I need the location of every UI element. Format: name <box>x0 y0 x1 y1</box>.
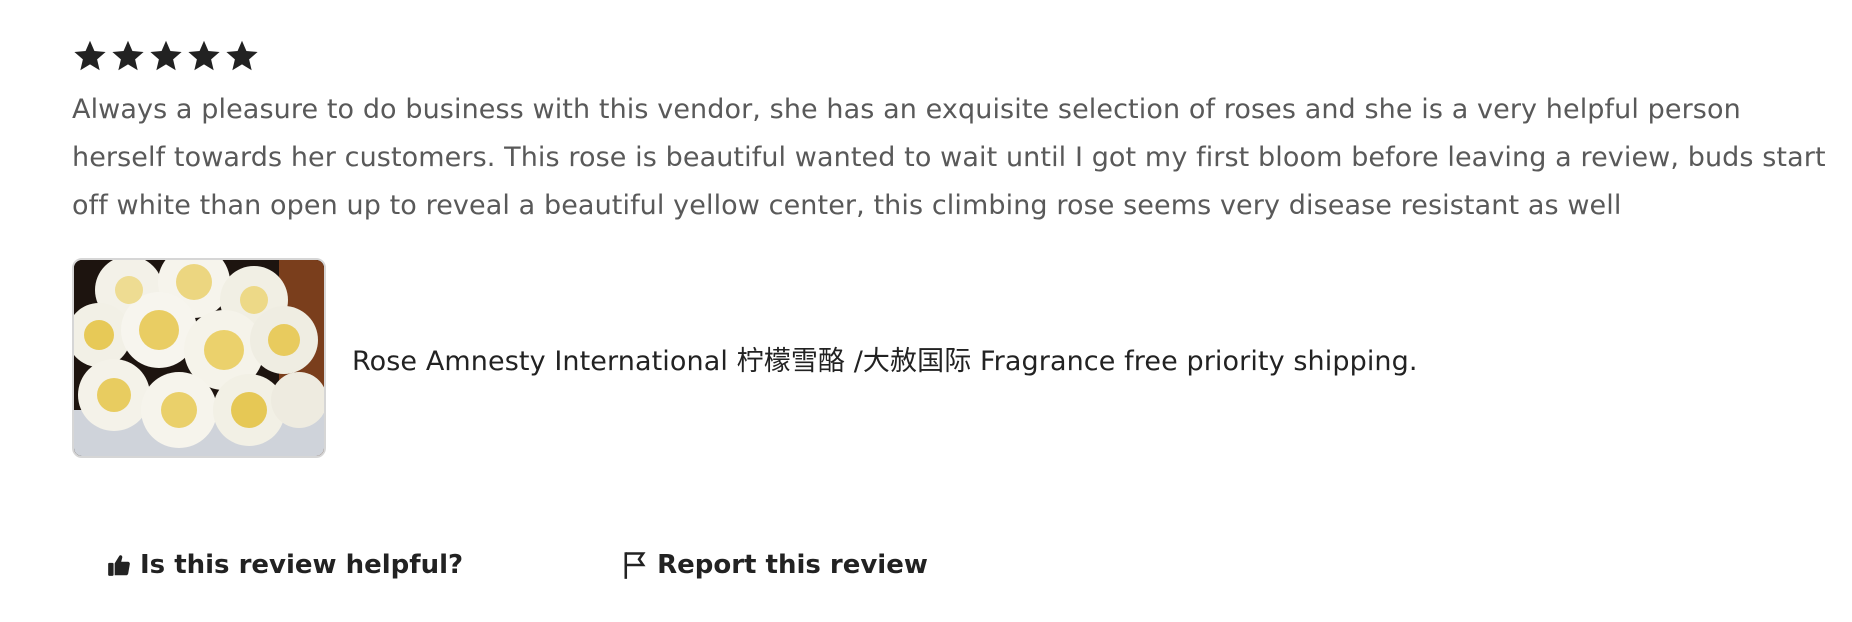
listing-title[interactable]: Rose Amnesty International 柠檬雪酪 /大赦国际 Fr… <box>352 339 1418 378</box>
helpful-label[interactable]: Is this review helpful? <box>140 550 463 580</box>
star-icon <box>226 40 258 71</box>
review-text: Always a pleasure to do business with th… <box>72 94 1826 221</box>
star-rating <box>72 36 1812 76</box>
star-icon <box>74 40 106 71</box>
helpful-button[interactable]: Is this review helpful? <box>106 550 463 580</box>
report-button[interactable]: Report this review <box>621 550 928 580</box>
rose-bouquet-image[interactable] <box>72 258 326 458</box>
star-icon <box>112 40 144 71</box>
star-icon <box>188 40 220 71</box>
review-actions: Is this review helpful? Report this revi… <box>106 550 928 580</box>
review-card: Always a pleasure to do business with th… <box>72 36 1826 230</box>
flag-icon <box>624 552 646 579</box>
star-icon <box>150 40 182 71</box>
listing-link[interactable]: Rose Amnesty International 柠檬雪酪 /大赦国际 Fr… <box>72 258 1418 458</box>
report-label[interactable]: Report this review <box>657 550 928 580</box>
thumbs-up-icon <box>108 555 130 576</box>
